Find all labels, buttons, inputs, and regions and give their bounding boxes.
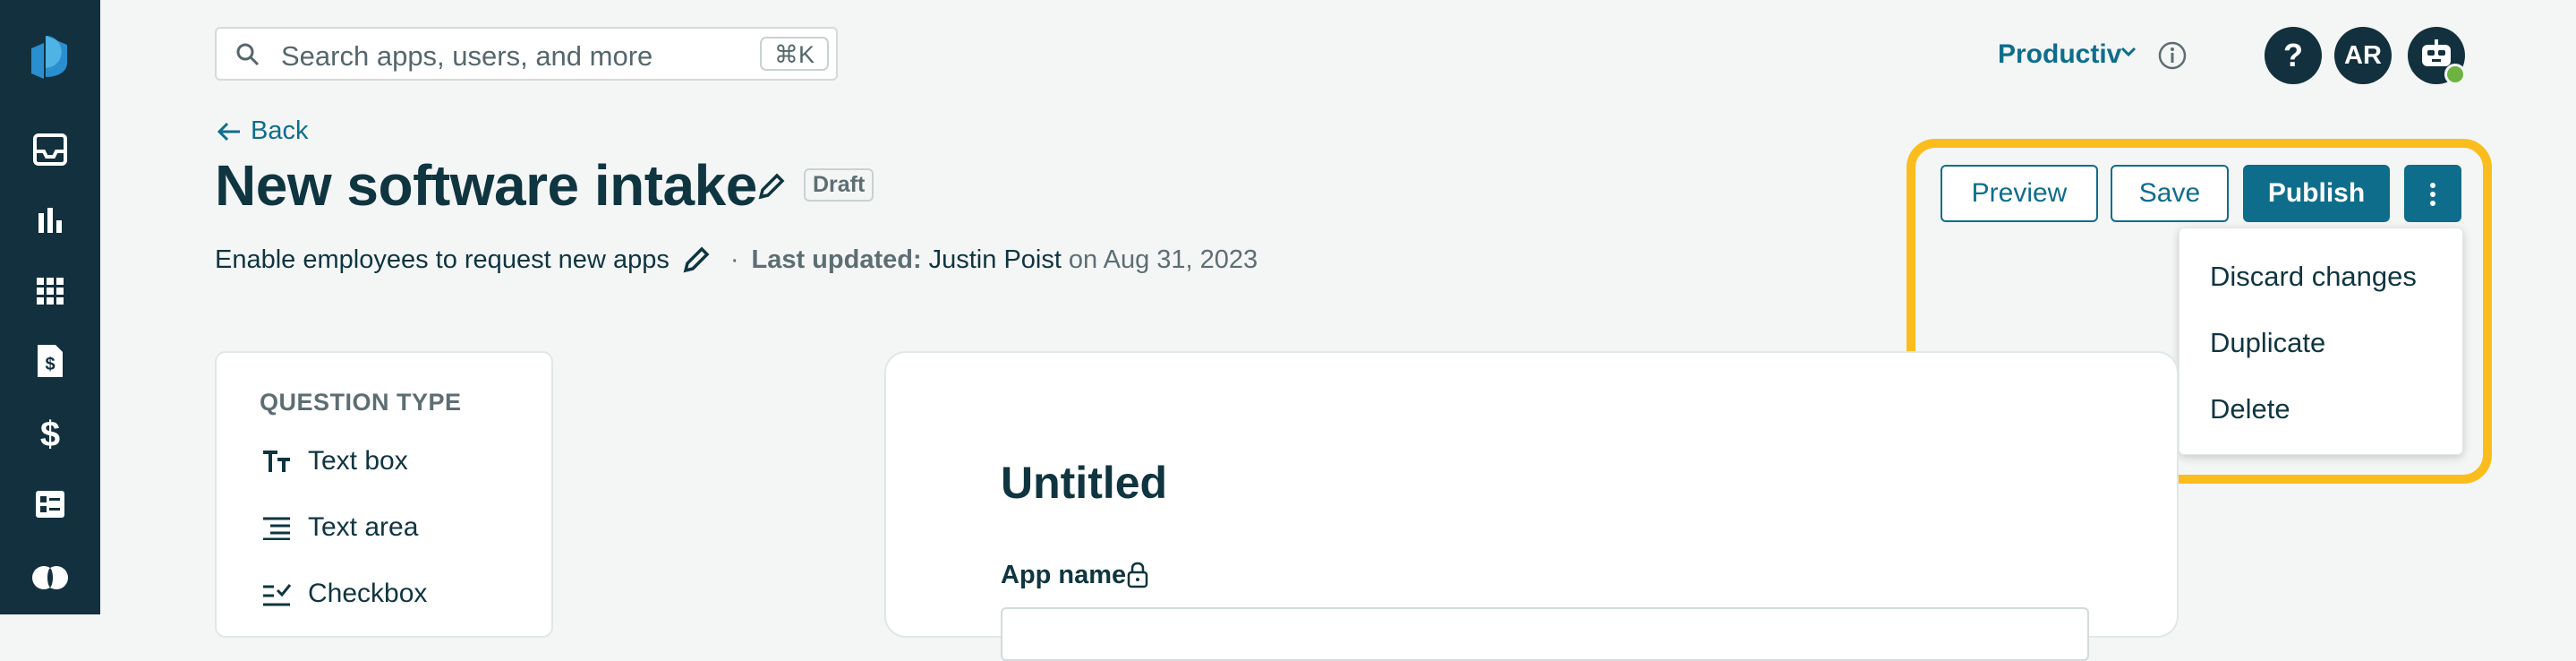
question-type-label: Checkbox xyxy=(308,579,428,608)
preview-button[interactable]: Preview xyxy=(1941,165,2098,222)
last-updated-by: Justin Poist xyxy=(928,245,1062,274)
last-updated-label: Last updated: xyxy=(751,245,922,274)
last-updated-date: on Aug 31, 2023 xyxy=(1068,245,1258,274)
chevron-down-icon[interactable] xyxy=(2120,45,2137,59)
search-icon xyxy=(236,43,260,66)
forms-icon[interactable] xyxy=(0,484,100,525)
integrations-icon[interactable] xyxy=(0,557,100,598)
status-badge: Draft xyxy=(804,168,874,202)
org-switcher[interactable]: Productiv xyxy=(1998,39,2121,70)
app-name-label: App name xyxy=(1001,561,1127,589)
form-title[interactable]: Untitled xyxy=(1001,457,1167,509)
menu-item-discard-changes[interactable]: Discard changes xyxy=(2210,261,2417,293)
dollar-icon[interactable]: $ xyxy=(0,412,100,453)
logo-icon[interactable] xyxy=(0,30,100,84)
online-status-dot xyxy=(2444,64,2466,85)
question-type-heading: QUESTION TYPE xyxy=(260,389,462,416)
menu-item-duplicate[interactable]: Duplicate xyxy=(2210,327,2325,359)
checkbox-list-icon xyxy=(263,584,292,606)
more-actions-menu: Discard changes Duplicate Delete xyxy=(2179,227,2463,455)
svg-text:$: $ xyxy=(45,355,55,374)
contract-icon[interactable]: $ xyxy=(0,340,100,382)
info-icon[interactable] xyxy=(2157,40,2188,71)
menu-item-delete[interactable]: Delete xyxy=(2210,393,2290,425)
user-avatar[interactable]: AR xyxy=(2334,27,2392,84)
svg-text:$: $ xyxy=(40,415,60,451)
question-type-panel: QUESTION TYPE Text box Text area Checkbo… xyxy=(215,351,553,638)
lock-icon xyxy=(1127,562,1148,588)
edit-title-pencil-icon[interactable] xyxy=(754,168,789,204)
edit-description-pencil-icon[interactable] xyxy=(678,244,718,276)
kebab-menu-icon xyxy=(2430,183,2435,206)
question-type-text-box[interactable]: Text box xyxy=(261,446,408,476)
separator: · xyxy=(729,245,739,274)
apps-grid-icon[interactable] xyxy=(0,270,100,312)
save-button[interactable]: Save xyxy=(2111,165,2229,222)
question-type-label: Text area xyxy=(308,512,419,542)
question-type-label: Text box xyxy=(308,446,408,476)
text-area-icon xyxy=(263,517,290,540)
page-subline: Enable employees to request new apps · L… xyxy=(215,244,1258,276)
inbox-icon[interactable] xyxy=(0,129,100,170)
search-shortcut: ⌘K xyxy=(759,37,829,71)
question-type-checkbox[interactable]: Checkbox xyxy=(261,579,427,609)
arrow-left-icon xyxy=(217,122,240,141)
help-button[interactable]: ? xyxy=(2265,27,2322,84)
search-input[interactable]: Search apps, users, and more xyxy=(281,40,653,73)
back-label: Back xyxy=(251,116,309,145)
question-type-text-area[interactable]: Text area xyxy=(261,512,418,543)
text-box-icon xyxy=(263,451,290,472)
back-link[interactable]: Back xyxy=(217,116,308,146)
analytics-icon[interactable] xyxy=(0,201,100,242)
page-description: Enable employees to request new apps xyxy=(215,245,670,274)
sidebar: $ $ xyxy=(0,0,100,614)
publish-button[interactable]: Publish xyxy=(2243,165,2390,222)
global-search[interactable]: Search apps, users, and more ⌘K xyxy=(215,27,838,81)
app-name-field[interactable] xyxy=(1001,607,2089,661)
page-title: New software intake xyxy=(215,153,757,218)
more-actions-button[interactable] xyxy=(2404,165,2461,222)
